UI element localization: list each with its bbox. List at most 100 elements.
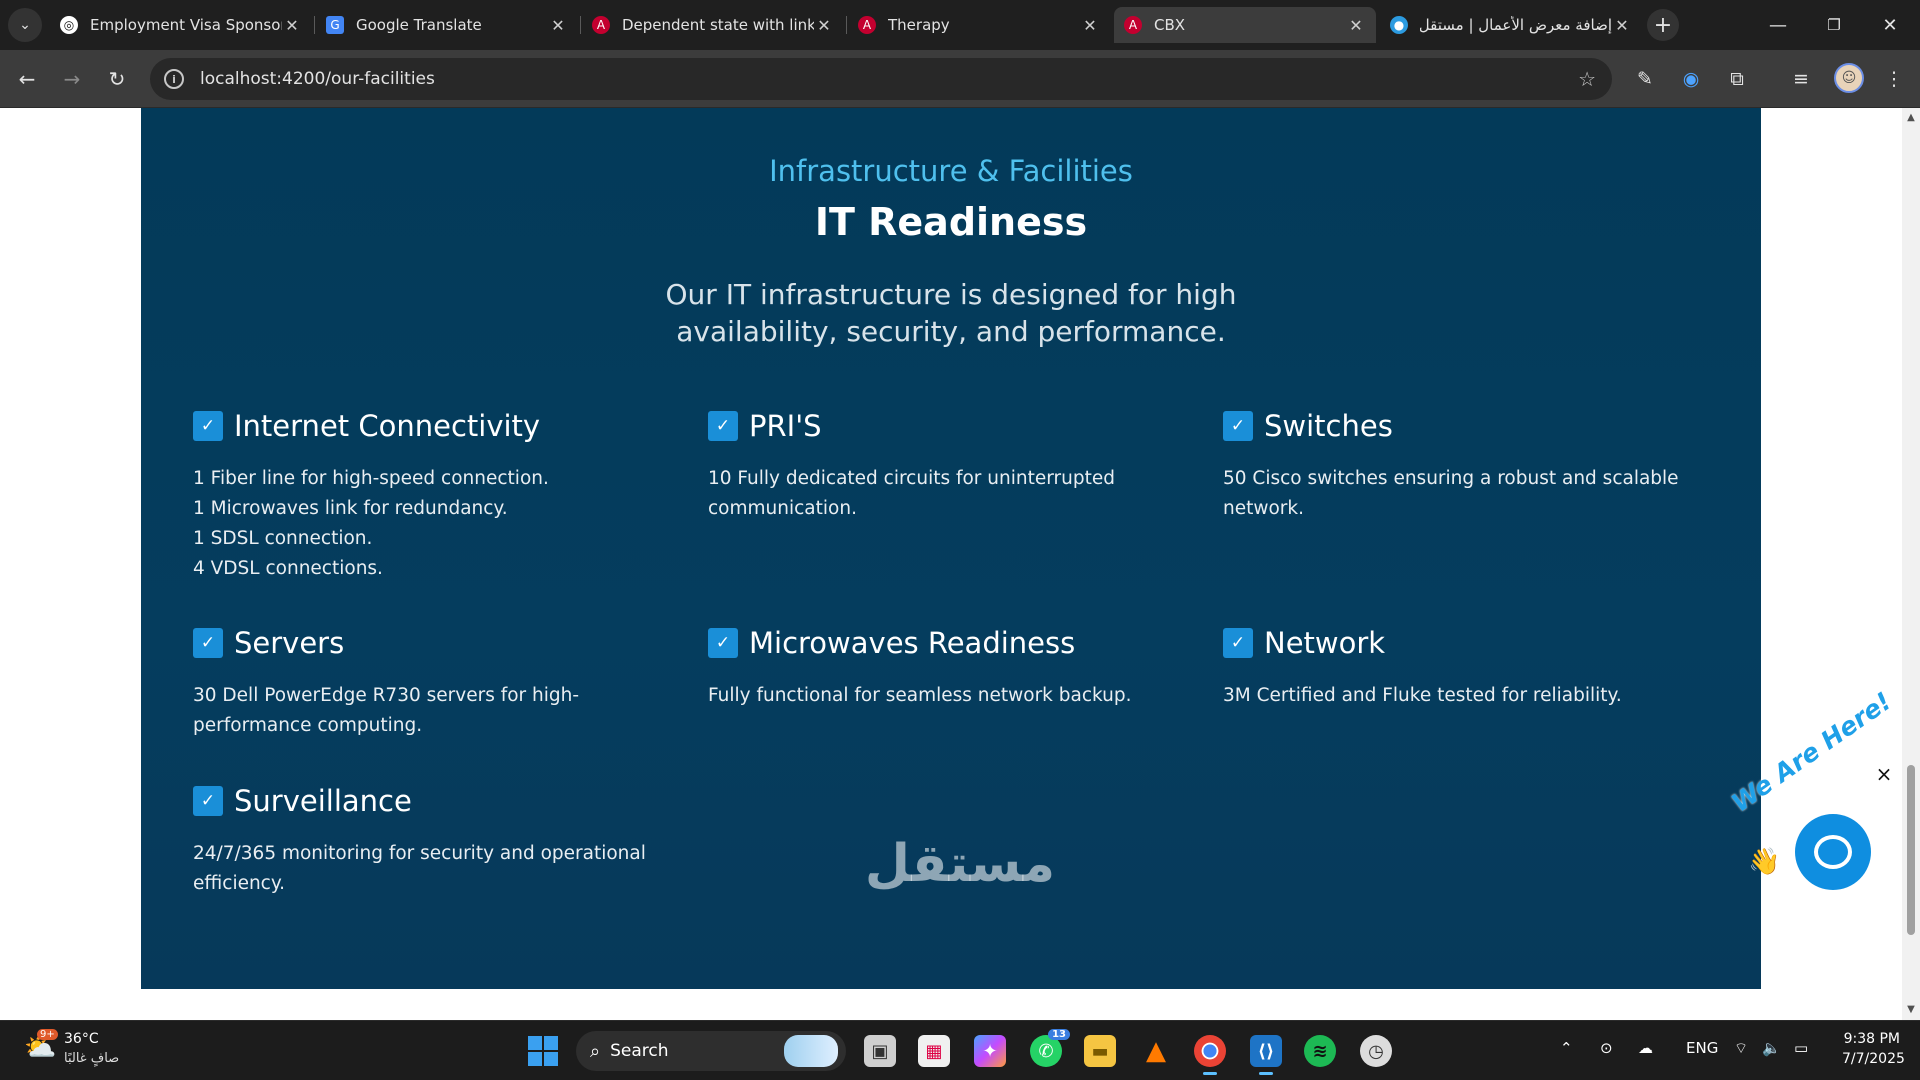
- address-bar[interactable]: i localhost:4200/our-facilities ☆: [150, 58, 1612, 100]
- spotify-icon[interactable]: ≋: [1304, 1035, 1336, 1067]
- section-title: IT Readiness: [814, 200, 1088, 244]
- feature-network: ✓ Network 3M Certified and Fluke tested …: [1223, 625, 1693, 711]
- wifi-icon[interactable]: ⌔: [1734, 1039, 1748, 1058]
- battery-icon[interactable]: ▭: [1794, 1039, 1808, 1057]
- close-tab-icon[interactable]: ✕: [1080, 16, 1100, 35]
- bookmark-star-icon[interactable]: ☆: [1578, 67, 1596, 91]
- close-tab-icon[interactable]: ✕: [1612, 16, 1632, 35]
- close-window-icon[interactable]: ✕: [1862, 0, 1918, 50]
- tab-google-translate[interactable]: G Google Translate ✕: [316, 7, 578, 43]
- tray-sync-icon[interactable]: ⊙: [1600, 1039, 1613, 1057]
- menu-kebab-icon[interactable]: ⋮: [1879, 64, 1909, 94]
- new-tab-plus-icon[interactable]: +: [1647, 9, 1679, 41]
- start-windows-icon[interactable]: [528, 1036, 558, 1066]
- clock-time: 9:38 PM: [1843, 1031, 1900, 1047]
- profile-avatar[interactable]: ☺: [1834, 63, 1864, 93]
- search-highlight-art: [784, 1035, 838, 1067]
- windows-taskbar: ⛅ 9+ 36°C صافٍ غالبًا ⌕ Search ▣ ▦ ✦ ✆ 13…: [0, 1020, 1920, 1080]
- close-tab-icon[interactable]: ✕: [1346, 16, 1366, 35]
- close-tab-icon[interactable]: ✕: [548, 16, 568, 35]
- check-icon: ✓: [1223, 628, 1253, 658]
- mostaql-watermark-logo: مستقل: [864, 834, 1056, 894]
- vlc-icon[interactable]: ▲: [1140, 1035, 1172, 1067]
- search-icon: ⌕: [590, 1040, 601, 1062]
- feature-line: 1 SDSL connection.: [193, 528, 373, 549]
- scroll-up-arrow-icon[interactable]: ▲: [1902, 110, 1920, 126]
- url-text[interactable]: localhost:4200/our-facilities: [200, 69, 435, 89]
- volume-icon[interactable]: 🔈: [1762, 1039, 1781, 1057]
- feature-line: 10 Fully dedicated circuits for uninterr…: [708, 468, 1121, 519]
- feature-title: Servers: [234, 626, 345, 660]
- tab-therapy[interactable]: A Therapy ✕: [848, 7, 1110, 43]
- angular-icon: A: [592, 16, 610, 34]
- tray-overflow-chevron-icon[interactable]: ⌃: [1560, 1039, 1573, 1057]
- reload-icon[interactable]: ↻: [100, 62, 134, 96]
- extensions-puzzle-icon[interactable]: ⧉: [1722, 64, 1752, 94]
- clock-date: 7/7/2025: [1842, 1051, 1905, 1067]
- language-indicator[interactable]: ENG: [1686, 1039, 1718, 1057]
- feature-microwaves-readiness: ✓ Microwaves Readiness Fully functional …: [708, 625, 1178, 711]
- whatsapp-badge: 13: [1048, 1029, 1070, 1040]
- feature-servers: ✓ Servers 30 Dell PowerEdge R730 servers…: [193, 625, 613, 741]
- chrome-icon[interactable]: [1194, 1035, 1226, 1075]
- copilot-icon[interactable]: ✦: [974, 1035, 1006, 1067]
- back-arrow-icon[interactable]: ←: [10, 62, 44, 96]
- feature-description: 30 Dell PowerEdge R730 servers for high-…: [193, 681, 613, 741]
- feature-line: 24/7/365 monitoring for security and ope…: [193, 843, 652, 894]
- media-controls-icon[interactable]: ≡: [1786, 64, 1816, 94]
- restore-icon[interactable]: ❐: [1806, 0, 1862, 50]
- whatsapp-icon[interactable]: ✆ 13: [1030, 1029, 1070, 1067]
- check-icon: ✓: [1223, 411, 1253, 441]
- feature-pris: ✓ PRI'S 10 Fully dedicated circuits for …: [708, 408, 1138, 524]
- feature-title: Switches: [1264, 409, 1393, 443]
- feature-internet-connectivity: ✓ Internet Connectivity 1 Fiber line for…: [193, 408, 663, 584]
- tray-onedrive-icon[interactable]: ☁: [1638, 1039, 1653, 1057]
- site-info-icon[interactable]: i: [164, 69, 184, 89]
- tab-search-chevron-icon[interactable]: ⌄: [8, 8, 42, 42]
- feature-description: 50 Cisco switches ensuring a robust and …: [1223, 464, 1703, 524]
- microsoft-store-icon[interactable]: ▦: [918, 1035, 950, 1067]
- google-translate-icon: G: [326, 16, 344, 34]
- eyedropper-icon[interactable]: ✎: [1630, 64, 1660, 94]
- weather-temperature[interactable]: 36°C: [64, 1031, 99, 1047]
- tab-mostaql[interactable]: ● إضافة معرض الأعمال | مستقل ✕: [1380, 7, 1642, 43]
- task-view-icon[interactable]: ▣: [864, 1035, 896, 1067]
- feature-line: 30 Dell PowerEdge R730 servers for high-…: [193, 685, 580, 736]
- minimize-icon[interactable]: —: [1750, 0, 1806, 50]
- feature-line: 50 Cisco switches ensuring a robust and …: [1223, 468, 1685, 519]
- start-tile: [528, 1052, 542, 1066]
- tab-title: Employment Visa Sponsorship: [90, 16, 282, 34]
- feature-surveillance: ✓ Surveillance 24/7/365 monitoring for s…: [193, 783, 653, 899]
- tab-cbx[interactable]: A CBX ✕: [1114, 7, 1376, 43]
- feature-line: 4 VDSL connections.: [193, 558, 383, 579]
- scroll-down-arrow-icon[interactable]: ▼: [1902, 1002, 1920, 1018]
- taskbar-search-box[interactable]: ⌕ Search: [576, 1031, 846, 1071]
- check-icon: ✓: [193, 786, 223, 816]
- tab-employment-visa[interactable]: ◎ Employment Visa Sponsorship ✕: [50, 7, 312, 43]
- tab-separator: [846, 16, 847, 34]
- browser-toolbar: ← → ↻ i localhost:4200/our-facilities ☆ …: [0, 50, 1920, 108]
- clock-app-icon[interactable]: ◷: [1360, 1035, 1392, 1067]
- close-tab-icon[interactable]: ✕: [282, 16, 302, 35]
- feature-description: 1 Fiber line for high-speed connection. …: [193, 464, 663, 584]
- feature-description: Fully functional for seamless network ba…: [708, 681, 1178, 711]
- vscode-icon[interactable]: ⟨⟩: [1250, 1035, 1282, 1075]
- chat-launcher-button[interactable]: [1795, 814, 1871, 890]
- file-explorer-icon[interactable]: ▬: [1084, 1035, 1116, 1067]
- scrollbar-thumb[interactable]: [1907, 765, 1915, 935]
- tab-dependent-state[interactable]: A Dependent state with linked ✕: [582, 7, 844, 43]
- page-scrollbar[interactable]: ▲ ▼: [1902, 108, 1920, 1020]
- feature-switches: ✓ Switches 50 Cisco switches ensuring a …: [1223, 408, 1703, 524]
- close-tab-icon[interactable]: ✕: [814, 16, 834, 35]
- feature-title: Network: [1264, 626, 1386, 660]
- start-tile: [528, 1036, 542, 1050]
- forward-arrow-icon[interactable]: →: [55, 62, 89, 96]
- system-clock[interactable]: 9:38 PM 7/7/2025: [1842, 1029, 1905, 1069]
- waving-hand-icon: 👋: [1748, 847, 1781, 877]
- weather-description[interactable]: صافٍ غالبًا: [64, 1051, 119, 1066]
- page-viewport: Infrastructure & Facilities IT Readiness…: [0, 108, 1902, 1020]
- tab-title: Therapy: [888, 16, 950, 34]
- chat-widget-close-icon[interactable]: ×: [1874, 764, 1894, 784]
- tab-title: Dependent state with linked: [622, 16, 814, 34]
- extension-eye-icon[interactable]: ◉: [1676, 64, 1706, 94]
